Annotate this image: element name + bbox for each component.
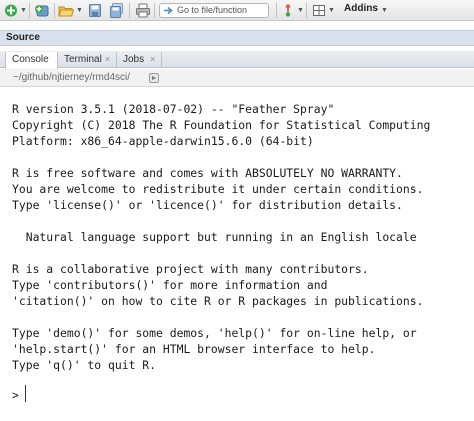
panes-dropdown-icon[interactable]: ▼ xyxy=(328,7,335,14)
tab-jobs-label: Jobs xyxy=(123,54,145,65)
console-line: You are welcome to redistribute it under… xyxy=(12,182,424,196)
git-dropdown-icon[interactable]: ▼ xyxy=(297,7,304,14)
toolbar-divider xyxy=(276,3,277,18)
console-line: R version 3.5.1 (2018-07-02) -- "Feather… xyxy=(12,102,335,116)
working-directory-path: ~/github/njtierney/rmd4sci/ xyxy=(13,72,131,83)
console-line: Type 'license()' or 'licence()' for dist… xyxy=(12,198,403,212)
console-line: R is a collaborative project with many c… xyxy=(12,262,369,276)
tab-console[interactable]: Console xyxy=(5,52,58,69)
new-project-icon xyxy=(35,5,49,17)
source-pane-header[interactable]: Source xyxy=(0,30,474,46)
goto-arrow-icon xyxy=(164,6,173,15)
open-file-button[interactable] xyxy=(58,3,75,18)
save-icon xyxy=(89,4,101,17)
close-icon[interactable]: × xyxy=(150,54,155,64)
console-line: R is free software and comes with ABSOLU… xyxy=(12,166,403,180)
tab-jobs[interactable]: Jobs × xyxy=(117,52,162,68)
panes-grid-icon xyxy=(313,5,325,16)
addins-menu[interactable]: Addins xyxy=(344,3,378,14)
save-all-icon xyxy=(110,3,123,18)
tab-console-label: Console xyxy=(12,54,49,65)
folder-open-icon xyxy=(58,6,75,17)
working-directory-bar: ~/github/njtierney/rmd4sci/ xyxy=(0,69,474,87)
open-file-dropdown-icon[interactable]: ▼ xyxy=(76,7,83,14)
console-line: Copyright (C) 2018 The R Foundation for … xyxy=(12,118,431,132)
console-output[interactable]: R version 3.5.1 (2018-07-02) -- "Feather… xyxy=(0,88,474,421)
console-line: Type 'q()' to quit R. xyxy=(12,358,157,372)
goto-placeholder: Go to file/function xyxy=(177,5,248,15)
console-input-cursor[interactable] xyxy=(25,385,26,402)
console-prompt: > xyxy=(12,388,19,402)
console-line: Type 'contributors()' for more informati… xyxy=(12,278,328,292)
main-toolbar: ▼ ▼ Go to file/function ▼ ▼ Addins ▼ xyxy=(0,0,474,21)
new-file-dropdown-icon[interactable]: ▼ xyxy=(20,7,27,14)
print-button[interactable] xyxy=(135,3,151,18)
workspace-panes-button[interactable] xyxy=(312,3,326,18)
close-icon[interactable]: × xyxy=(105,54,110,64)
toolbar-divider xyxy=(129,3,130,18)
console-line: 'help.start()' for an HTML browser inter… xyxy=(12,342,376,356)
new-file-icon xyxy=(5,4,17,17)
git-icon xyxy=(285,4,291,17)
toolbar-divider xyxy=(29,3,30,18)
console-line: 'citation()' on how to cite R or R packa… xyxy=(12,294,424,308)
go-to-directory-icon[interactable] xyxy=(149,73,159,83)
tab-terminal[interactable]: Terminal × xyxy=(58,52,117,68)
console-tab-bar: Console Terminal × Jobs × xyxy=(0,51,474,69)
console-line: Type 'demo()' for some demos, 'help()' f… xyxy=(12,326,417,340)
new-project-button[interactable] xyxy=(34,3,50,18)
addins-dropdown-icon[interactable]: ▼ xyxy=(381,7,388,14)
toolbar-divider xyxy=(54,3,55,18)
git-button[interactable] xyxy=(281,3,295,18)
console-line: Platform: x86_64-apple-darwin15.6.0 (64-… xyxy=(12,134,314,148)
toolbar-divider xyxy=(154,3,155,18)
goto-file-function-input[interactable]: Go to file/function xyxy=(159,3,269,18)
print-icon xyxy=(136,3,150,18)
save-all-button[interactable] xyxy=(109,3,124,18)
save-button[interactable] xyxy=(88,3,102,18)
tab-terminal-label: Terminal xyxy=(64,54,102,65)
console-line: Natural language support but running in … xyxy=(12,230,417,244)
toolbar-divider xyxy=(306,3,307,18)
new-file-button[interactable] xyxy=(4,3,18,18)
source-pane-title: Source xyxy=(6,32,40,43)
